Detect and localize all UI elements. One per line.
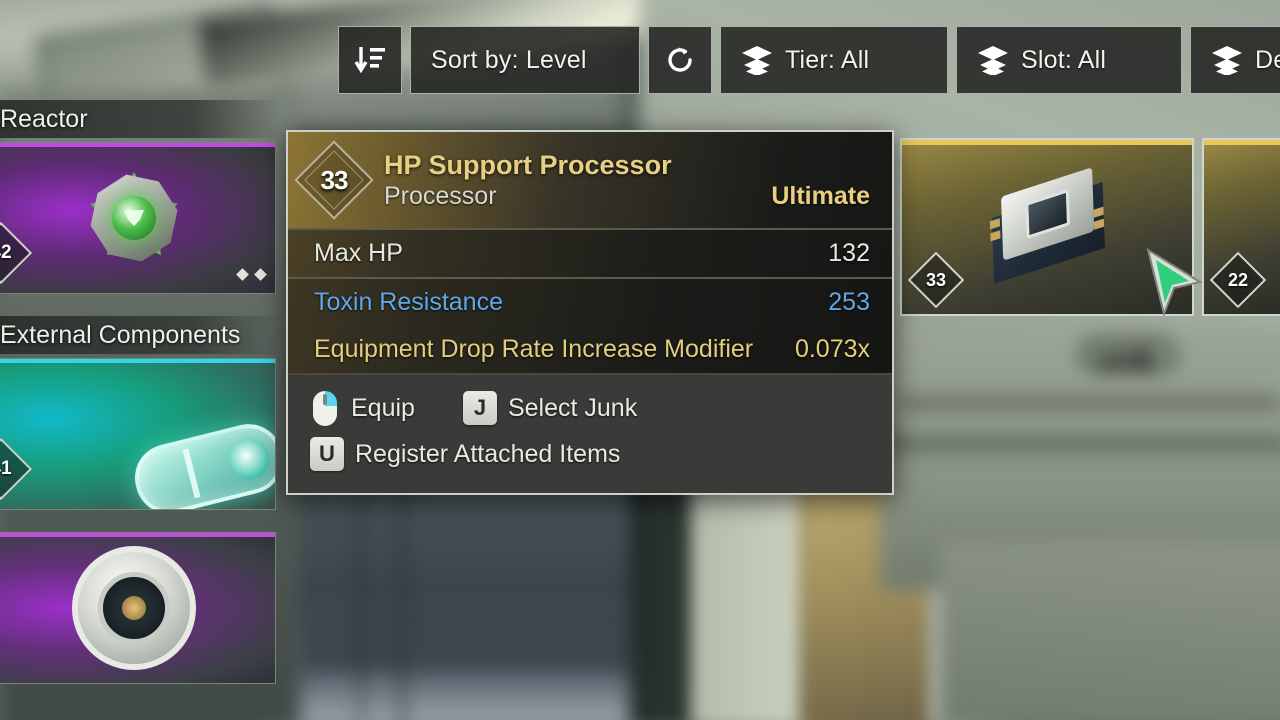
rarity-bar <box>0 143 275 147</box>
item-level-badge: 33 <box>907 251 965 309</box>
bg-floor-grate <box>300 600 640 670</box>
layers-icon <box>741 45 773 75</box>
reactor-orb-icon <box>69 157 199 279</box>
tooltip-level-badge: 33 <box>294 140 374 220</box>
rarity-bar <box>0 533 275 537</box>
layers-icon <box>1211 45 1243 75</box>
filter-tier-label: Tier: All <box>785 45 870 74</box>
stat-value: 132 <box>828 239 870 267</box>
tooltip-item-name: HP Support Processor <box>384 149 672 180</box>
bg-wall-ledge <box>900 398 1280 408</box>
filter-slot-label: Slot: All <box>1021 45 1107 74</box>
tooltip-level-value: 33 <box>320 164 348 195</box>
layers-icon <box>977 45 1009 75</box>
filter-slot-button[interactable]: Slot: All <box>956 26 1182 94</box>
stat-row: Max HP 132 <box>288 230 892 277</box>
tooltip-header: 33 HP Support Processor Processor Ultima… <box>288 132 892 228</box>
filter-detail-button[interactable]: De <box>1190 26 1280 94</box>
filter-tier-button[interactable]: Tier: All <box>720 26 948 94</box>
sort-by-label: Sort by: Level <box>431 45 587 74</box>
action-equip-label: Equip <box>351 393 415 422</box>
filter-detail-label: De <box>1255 45 1280 74</box>
stat-label: Toxin Resistance <box>314 288 503 316</box>
bg-floor <box>940 540 1280 720</box>
item-level-value: 22 <box>1227 269 1249 290</box>
bg-wall-vent <box>1080 338 1176 372</box>
item-tooltip: 33 HP Support Processor Processor Ultima… <box>286 130 894 495</box>
equipment-slot-external-1[interactable]: 41 <box>0 358 276 510</box>
stat-value: 0.073x <box>794 335 870 363</box>
stat-value: 253 <box>828 288 870 316</box>
sort-descending-icon <box>353 45 387 75</box>
rarity-bar <box>0 359 275 363</box>
inventory-toolbar: Sort by: Level Tier: All Slot: All D <box>338 26 1280 94</box>
sort-by-button[interactable]: Sort by: Level <box>410 26 640 94</box>
item-level-badge: 22 <box>1209 251 1267 309</box>
sidebar-section-label: External Components <box>0 320 241 349</box>
tooltip-item-rarity: Ultimate <box>771 182 870 211</box>
mouse-right-click-icon <box>310 388 340 428</box>
circular-module-icon <box>72 546 196 670</box>
stat-label: Equipment Drop Rate Increase Modifier <box>314 335 754 363</box>
tooltip-bonus-stats: Toxin Resistance 253 Equipment Drop Rate… <box>288 279 892 373</box>
key-u-badge: U <box>310 437 344 471</box>
tooltip-item-type: Processor <box>384 182 497 211</box>
equipment-slot-reactor[interactable]: 42 <box>0 142 276 294</box>
action-select-junk[interactable]: J Select Junk <box>462 391 638 425</box>
refresh-reset-icon <box>664 44 696 76</box>
action-register-attached-items[interactable]: U Register Attached Items <box>310 437 620 471</box>
inventory-grid: 33 22 <box>900 138 1280 316</box>
item-enhancement-dots <box>236 268 267 281</box>
rarity-bar <box>902 140 1192 145</box>
action-select-junk-label: Select Junk <box>507 393 638 422</box>
sidebar-section-header-reactor: Reactor <box>0 100 280 138</box>
equipment-sidebar: Reactor 42 External Components 41 <box>0 100 280 684</box>
processor-chip-icon <box>986 166 1107 284</box>
key-j-badge: J <box>462 391 497 425</box>
sidebar-section-label: Reactor <box>0 104 88 133</box>
tooltip-action-hints: Equip J Select Junk U Register Attached … <box>288 375 892 493</box>
item-level-value: 33 <box>925 269 947 290</box>
inventory-cell-next[interactable]: 22 <box>1202 138 1280 316</box>
sidebar-section-header-external: External Components <box>0 316 280 354</box>
equipment-slot-external-2[interactable] <box>0 532 276 684</box>
stat-label: Max HP <box>314 239 403 267</box>
item-level-value: 41 <box>0 458 12 479</box>
item-level-value: 42 <box>0 242 12 263</box>
sort-direction-button[interactable] <box>338 26 402 94</box>
tooltip-base-stats: Max HP 132 <box>288 230 892 277</box>
rarity-bar <box>1204 140 1280 145</box>
stat-row: Toxin Resistance 253 <box>288 279 892 326</box>
action-equip[interactable]: Equip <box>310 388 415 428</box>
arrow-cursor-icon <box>1142 247 1206 321</box>
bg-wall-ledge <box>880 438 1280 454</box>
reset-filters-button[interactable] <box>648 26 712 94</box>
action-register-label: Register Attached Items <box>355 439 621 468</box>
stat-row: Equipment Drop Rate Increase Modifier 0.… <box>288 326 892 373</box>
